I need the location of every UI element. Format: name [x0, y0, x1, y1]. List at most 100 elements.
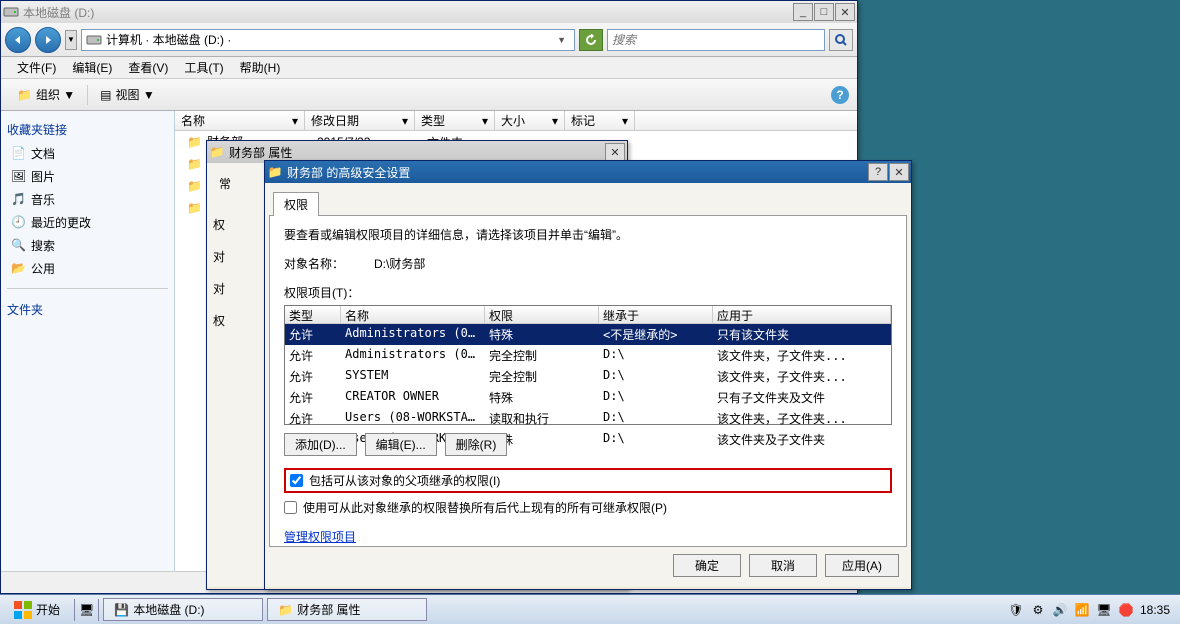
view-button[interactable]: ▤视图 ▼: [92, 82, 163, 107]
ok-button[interactable]: 确定: [673, 554, 741, 577]
column-inherited[interactable]: 继承于: [599, 306, 713, 323]
help-icon[interactable]: ?: [831, 86, 849, 104]
documents-icon: 📄: [11, 146, 27, 162]
permission-row[interactable]: 允许Users (08-WORKSTAT...读取和执行D:\该文件夹，子文件夹…: [285, 408, 891, 429]
sidebar-item-recent[interactable]: 🕘最近的更改: [7, 211, 168, 234]
quick-launch-icon[interactable]: 🖥: [79, 603, 94, 617]
task-properties[interactable]: 📁财务部 属性: [267, 598, 427, 621]
sidebar-item-pictures[interactable]: 🖼图片: [7, 165, 168, 188]
column-name[interactable]: 名称: [341, 306, 485, 323]
tray-icon[interactable]: 🛡: [1008, 602, 1024, 618]
column-tags[interactable]: 标记▾: [565, 111, 635, 130]
inherit-checkbox-row[interactable]: 包括可从该对象的父项继承的权限(I): [290, 472, 886, 489]
permission-row[interactable]: 允许CREATOR OWNER特殊D:\只有子文件夹及文件: [285, 387, 891, 408]
tray-icon[interactable]: 📶: [1074, 602, 1090, 618]
tray-icon[interactable]: 🛑: [1118, 602, 1134, 618]
folder-icon: 📁: [278, 603, 293, 617]
context-help-button[interactable]: ?: [868, 163, 888, 181]
organize-button[interactable]: 📁组织 ▼: [9, 82, 83, 107]
sidebar-item-public[interactable]: 📂公用: [7, 257, 168, 280]
column-type[interactable]: 类型▾: [415, 111, 495, 130]
maximize-button[interactable]: □: [814, 3, 834, 21]
dialog-footer: 确定 取消 应用(A): [269, 547, 907, 583]
replace-label: 使用可从此对象继承的权限替换所有后代上现有的所有可继承权限(P): [303, 499, 667, 516]
close-button[interactable]: ✕: [605, 143, 625, 161]
tab-permissions[interactable]: 权限: [273, 192, 319, 216]
sidebar-header: 收藏夹链接: [7, 117, 168, 142]
view-icon: ▤: [100, 88, 111, 102]
folder-icon: 📂: [11, 261, 27, 277]
permissions-label: 权限项目(T)：: [284, 284, 892, 301]
inherit-label: 包括可从该对象的父项继承的权限(I): [309, 472, 500, 489]
folder-icon: 📁: [187, 135, 203, 151]
tray-icon[interactable]: 🖥: [1096, 602, 1112, 618]
column-permission[interactable]: 权限: [485, 306, 599, 323]
file-list-header: 名称▾ 修改日期▾ 类型▾ 大小▾ 标记▾: [175, 111, 857, 131]
column-name[interactable]: 名称▾: [175, 111, 305, 130]
sidebar-item-documents[interactable]: 📄文档: [7, 142, 168, 165]
address-bar[interactable]: 计算机 · 本地磁盘 (D:) · ▼: [81, 29, 575, 51]
column-date[interactable]: 修改日期▾: [305, 111, 415, 130]
properties-title: 财务部 属性: [229, 144, 605, 161]
explorer-title: 本地磁盘 (D:): [23, 4, 793, 21]
apply-button[interactable]: 应用(A): [825, 554, 899, 577]
inherit-checkbox[interactable]: [290, 474, 303, 487]
back-button[interactable]: [5, 27, 31, 53]
menu-edit[interactable]: 编辑(E): [64, 59, 120, 76]
menu-help[interactable]: 帮助(H): [232, 59, 289, 76]
start-button[interactable]: 开始: [4, 599, 70, 621]
tray-icon[interactable]: 🔊: [1052, 602, 1068, 618]
menu-view[interactable]: 查看(V): [120, 59, 176, 76]
edit-button[interactable]: 编辑(E)...: [365, 433, 437, 456]
command-bar: 📁组织 ▼ ▤视图 ▼ ?: [1, 79, 857, 111]
folder-icon: 📁: [187, 157, 203, 173]
object-path: D:\财务部: [374, 255, 425, 272]
forward-button[interactable]: [35, 27, 61, 53]
organize-icon: 📁: [17, 88, 32, 102]
recent-icon: 🕘: [11, 215, 27, 231]
permission-row[interactable]: 允许Administrators (08...完全控制D:\该文件夹，子文件夹.…: [285, 345, 891, 366]
remove-button[interactable]: 删除(R): [445, 433, 508, 456]
column-size[interactable]: 大小▾: [495, 111, 565, 130]
drive-icon: [86, 32, 102, 48]
add-button[interactable]: 添加(D)...: [284, 433, 357, 456]
permission-row[interactable]: 允许Administrators (08...特殊<不是继承的>只有该文件夹: [285, 324, 891, 345]
clock[interactable]: 18:35: [1140, 603, 1170, 617]
manage-permissions-link[interactable]: 管理权限项目: [284, 528, 892, 545]
system-tray: 🛡 ⚙ 🔊 📶 🖥 🛑 18:35: [1008, 602, 1176, 618]
replace-checkbox[interactable]: [284, 501, 297, 514]
permissions-listview[interactable]: 类型 名称 权限 继承于 应用于 允许Administrators (08...…: [284, 305, 892, 425]
breadcrumb-text: 计算机 · 本地磁盘 (D:) ·: [106, 31, 231, 48]
folder-icon: 📁: [187, 201, 203, 217]
advanced-security-dialog: 📁 财务部 的高级安全设置 ? ✕ 权限 要查看或编辑权限项目的详细信息，请选择…: [264, 160, 912, 590]
sidebar-folders[interactable]: 文件夹: [7, 297, 168, 322]
close-button[interactable]: ✕: [835, 3, 855, 21]
menu-bar: 文件(F) 编辑(E) 查看(V) 工具(T) 帮助(H): [1, 57, 857, 79]
search-input[interactable]: [608, 33, 824, 47]
sidebar-item-search[interactable]: 🔍搜索: [7, 234, 168, 257]
refresh-button[interactable]: [579, 29, 603, 51]
minimize-button[interactable]: _: [793, 3, 813, 21]
nav-history-dropdown[interactable]: ▼: [65, 30, 77, 50]
permission-row[interactable]: 允许SYSTEM完全控制D:\该文件夹，子文件夹...: [285, 366, 891, 387]
sidebar-item-music[interactable]: 🎵音乐: [7, 188, 168, 211]
column-applies[interactable]: 应用于: [713, 306, 891, 323]
search-box: [607, 29, 825, 51]
adv-title: 财务部 的高级安全设置: [287, 164, 868, 181]
replace-checkbox-row[interactable]: 使用可从此对象继承的权限替换所有后代上现有的所有可继承权限(P): [284, 499, 892, 516]
sidebar: 收藏夹链接 📄文档 🖼图片 🎵音乐 🕘最近的更改 🔍搜索 📂公用 文件夹: [1, 111, 175, 571]
cancel-button[interactable]: 取消: [749, 554, 817, 577]
object-label: 对象名称：: [284, 255, 374, 272]
menu-file[interactable]: 文件(F): [9, 59, 64, 76]
folder-icon: 📁: [187, 179, 203, 195]
search-button[interactable]: [829, 29, 853, 51]
task-explorer[interactable]: 💾本地磁盘 (D:): [103, 598, 263, 621]
explorer-titlebar: 本地磁盘 (D:) _ □ ✕: [1, 1, 857, 23]
close-button[interactable]: ✕: [889, 163, 909, 181]
column-type[interactable]: 类型: [285, 306, 341, 323]
folder-icon: 📁: [209, 144, 225, 160]
music-icon: 🎵: [11, 192, 27, 208]
hint-text: 要查看或编辑权限项目的详细信息，请选择该项目并单击“编辑”。: [284, 226, 892, 243]
menu-tools[interactable]: 工具(T): [176, 59, 231, 76]
tray-icon[interactable]: ⚙: [1030, 602, 1046, 618]
